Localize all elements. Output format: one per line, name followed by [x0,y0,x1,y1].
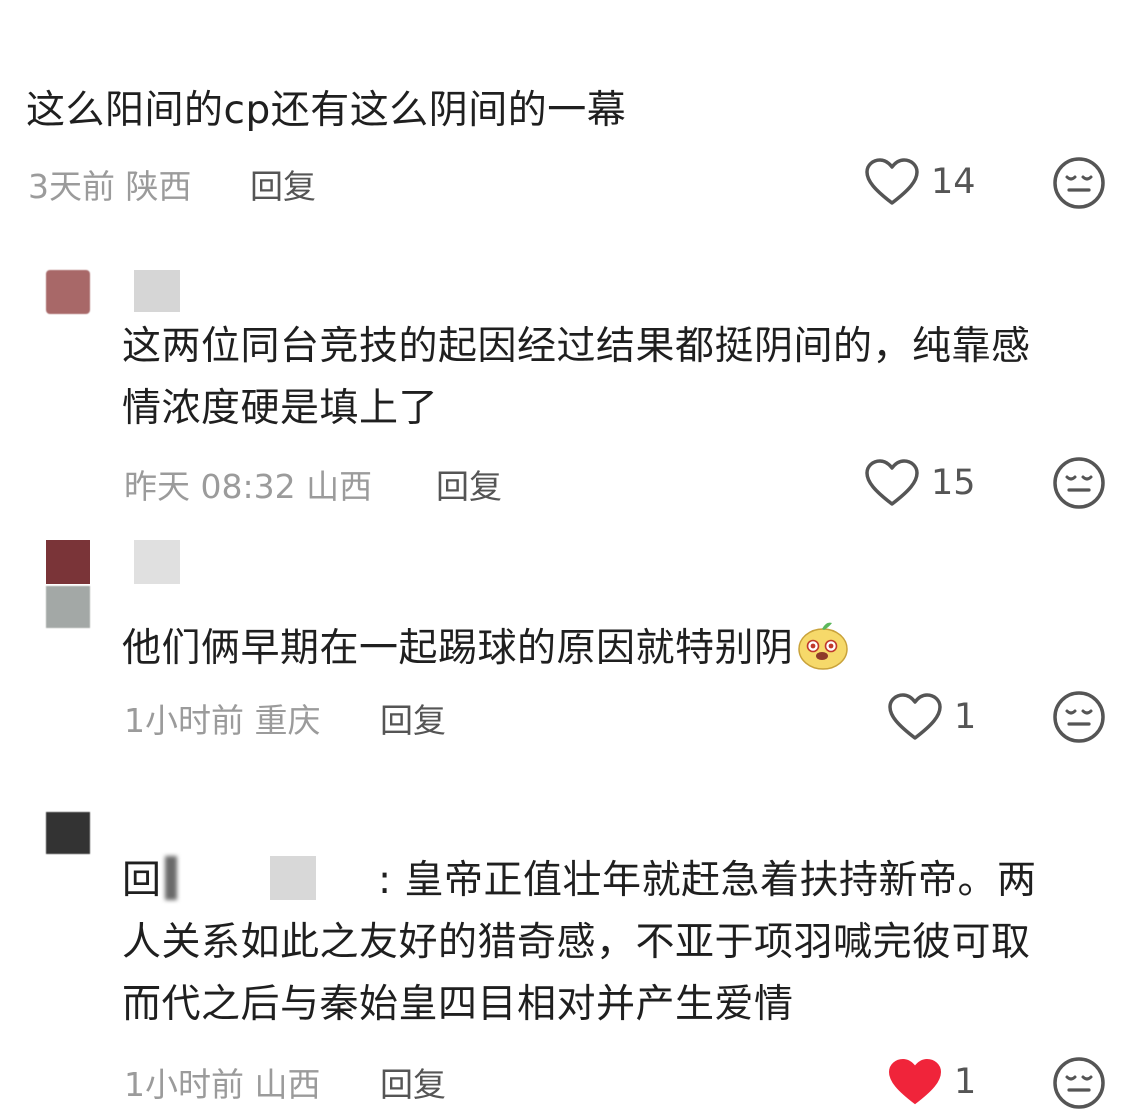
heart-icon [865,459,919,506]
comment-text-line-1: : 皇帝正值壮年就赶急着扶持新帝。两 [378,858,1037,903]
heart-icon [888,693,942,740]
avatar-top [46,540,90,584]
comment-text: 他们俩早期在一起踢球的原因就特别阴 [122,618,850,680]
reply-button[interactable]: 回复 [380,1058,446,1106]
like-button[interactable]: 1 [888,693,976,745]
comment-location: 陕西 [125,167,192,206]
reply-target-name-blurred[interactable] [270,856,316,900]
reply-target-blurred[interactable] [165,856,177,900]
like-button[interactable]: 14 [865,158,976,210]
reply-button[interactable]: 回复 [380,694,446,742]
like-count: 15 [931,463,976,503]
meh-face-icon [1053,457,1105,509]
dislike-button[interactable] [1052,156,1106,214]
comment-time: 1小时前 [124,1065,244,1104]
username-blurred[interactable] [134,270,180,312]
comment-text-line-2: 人关系如此之友好的猎奇感，不亚于项羽喊完彼可取 [122,920,1031,965]
like-count: 14 [931,162,976,202]
comment-meta: 1小时前 山西 [124,1058,321,1106]
comment-location: 山西 [254,1065,321,1104]
comment-text-line-3: 而代之后与秦始皇四目相对并产生爱情 [122,982,794,1027]
comment-meta: 昨天 08:32 山西 [124,460,372,508]
comment-text-line-1: 这两位同台竞技的起因经过结果都挺阴间的，纯靠感 [122,324,1031,369]
dislike-button[interactable] [1052,456,1106,514]
comment-meta: 3天前 陕西 [28,160,192,208]
like-button[interactable]: 15 [865,459,976,511]
comment-location: 山西 [306,467,373,506]
comment-text-content: 他们俩早期在一起踢球的原因就特别阴 [122,626,794,671]
avatar[interactable] [46,270,90,314]
comment-meta: 1小时前 重庆 [124,694,321,742]
heart-filled-icon [888,1058,942,1105]
like-button-liked[interactable]: 1 [888,1058,976,1110]
reply-button[interactable]: 回复 [436,460,502,508]
avatar[interactable] [46,812,90,854]
comment-text-line-2: 情浓度硬是填上了 [122,386,439,431]
dog-emoji-icon [797,622,848,670]
dislike-button[interactable] [1052,690,1106,748]
username-blurred[interactable] [134,540,180,584]
comment-text: 这么阳间的cp还有这么阴间的一幕 [26,88,627,133]
like-count: 1 [954,697,977,737]
comment-location: 重庆 [254,701,321,740]
comment-time: 1小时前 [124,701,244,740]
like-count: 1 [954,1062,977,1102]
comment-time: 昨天 08:32 [124,467,296,506]
comment-time: 3天前 [28,167,115,206]
heart-icon [865,158,919,205]
dislike-button[interactable] [1052,1056,1106,1114]
meh-face-icon [1053,691,1105,743]
reply-button[interactable]: 回复 [250,160,316,208]
avatar-bottom [46,586,90,628]
reply-prefix: 回 [122,858,162,903]
meh-face-icon [1053,1057,1105,1109]
meh-face-icon [1053,157,1105,209]
